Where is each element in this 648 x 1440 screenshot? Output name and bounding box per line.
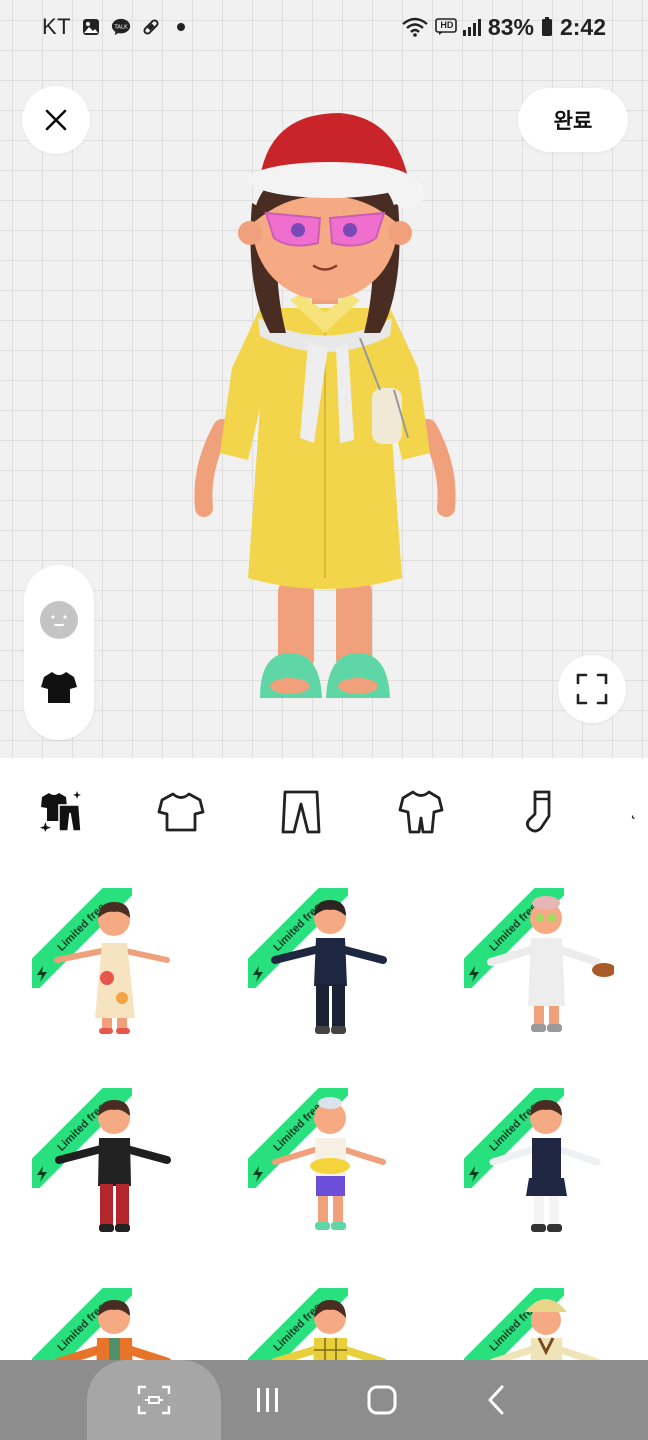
close-icon (45, 109, 67, 131)
tab-socks[interactable] (515, 786, 567, 838)
kakaotalk-icon: TALK (111, 17, 131, 37)
bandage-icon (141, 17, 161, 37)
pants-icon (281, 790, 321, 834)
signal-icon (462, 17, 482, 37)
recents-button[interactable] (248, 1382, 288, 1418)
face-icon (40, 601, 78, 639)
status-left: KT TALK (42, 14, 191, 40)
avatar-stage: KT TALK HD 83% 2:42 완료 (0, 0, 648, 758)
sock-icon (526, 790, 551, 833)
outfit-item[interactable]: Limited free (32, 1288, 182, 1362)
wifi-icon (401, 17, 429, 37)
outfit-thumbnail (271, 900, 387, 1034)
outfit-thumbnail (489, 1100, 601, 1232)
status-right: HD 83% 2:42 (401, 14, 606, 41)
dot-icon (171, 17, 191, 37)
carrier-label: KT (42, 14, 72, 39)
system-navigation-bar (0, 1360, 648, 1440)
battery-percent: 83% (487, 13, 534, 40)
outfit-item[interactable]: Limited free (464, 1088, 614, 1243)
jumpsuit-icon (398, 790, 444, 834)
tab-top[interactable] (155, 786, 207, 838)
battery-icon (540, 17, 554, 37)
outfit-item[interactable]: Limited free (248, 1288, 398, 1362)
outfit-thumbnail (489, 1299, 601, 1362)
outfit-item[interactable]: Limited free (32, 888, 182, 1043)
done-button[interactable]: 완료 (518, 88, 628, 152)
outfit-button[interactable] (39, 667, 79, 707)
outfit-item[interactable]: Limited free (464, 1288, 614, 1362)
category-tabs (0, 758, 648, 862)
tab-onepiece[interactable] (395, 786, 447, 838)
outfit-set-icon (39, 791, 82, 832)
tab-bottom[interactable] (275, 786, 327, 838)
outfit-item[interactable]: Limited free (32, 1088, 182, 1243)
back-button[interactable] (476, 1382, 516, 1418)
hd-voice-icon: HD (435, 18, 457, 36)
recents-icon (257, 1388, 278, 1412)
tab-more[interactable] (630, 786, 648, 838)
face-button[interactable] (39, 600, 79, 640)
outfit-thumbnail (55, 1100, 171, 1232)
outfit-item[interactable]: Limited free (248, 1088, 398, 1243)
svg-text:TALK: TALK (114, 24, 129, 30)
outfit-thumbnail (272, 1097, 386, 1230)
back-icon (488, 1385, 504, 1415)
screenshot-capture-icon (137, 1385, 171, 1415)
fullscreen-button[interactable] (558, 655, 626, 723)
hd-label: HD (440, 19, 454, 30)
outfit-thumbnail (54, 1300, 172, 1362)
outfit-item[interactable]: Limited free (464, 888, 614, 1043)
outfit-thumbnail (487, 896, 614, 1032)
shoe-icon (631, 815, 635, 819)
fullscreen-icon (576, 673, 608, 705)
close-button[interactable] (22, 86, 90, 154)
status-bar: KT TALK HD 83% 2:42 (0, 0, 648, 54)
outfit-item-grid: Limited free Limited free Limited free L… (0, 862, 648, 1362)
shirt-icon (41, 672, 77, 703)
outfit-thumbnail (54, 902, 170, 1034)
tab-outfit-set[interactable] (36, 786, 88, 838)
home-button[interactable] (362, 1382, 402, 1418)
clock: 2:42 (559, 13, 606, 40)
home-icon (367, 1385, 397, 1415)
screenshot-capture-button[interactable] (134, 1382, 174, 1418)
tshirt-icon (157, 792, 205, 832)
avatar-preview (194, 113, 456, 698)
outfit-item[interactable]: Limited free (248, 888, 398, 1043)
gallery-icon (81, 17, 101, 37)
side-control-pill (24, 565, 94, 740)
outfit-thumbnail (271, 1300, 387, 1362)
